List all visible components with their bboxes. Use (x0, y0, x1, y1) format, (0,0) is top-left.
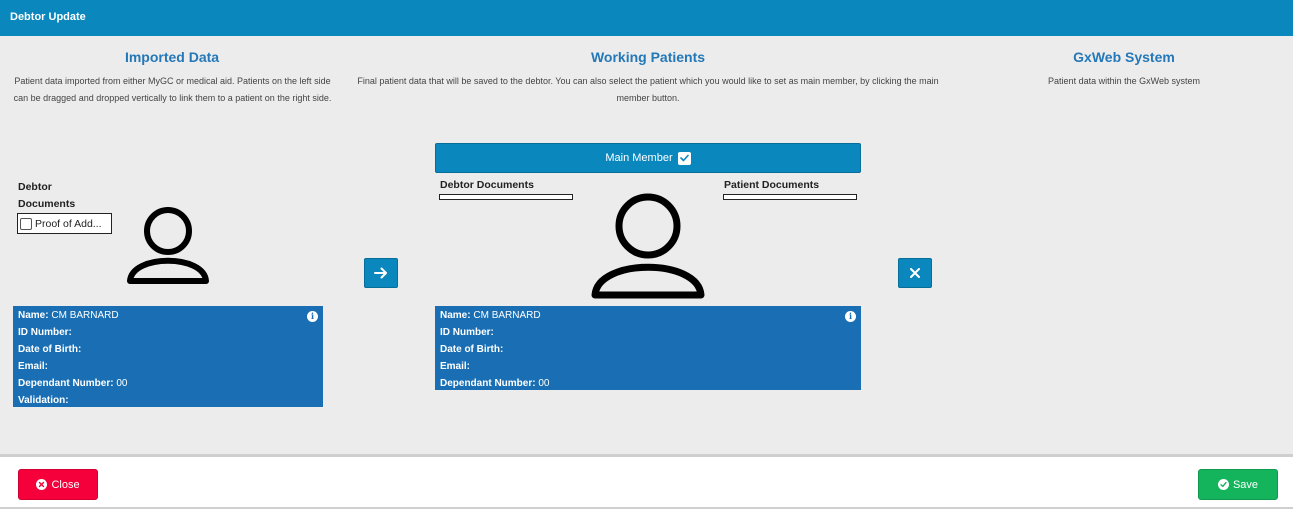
document-item-label: Proof of Add... (35, 217, 102, 230)
imported-patient-card[interactable]: i Name: CM BARNARD ID Number: Date of Bi… (13, 306, 323, 407)
dialog-header: Debtor Update (0, 0, 1293, 36)
main-member-button[interactable]: Main Member (435, 143, 861, 173)
card-row-name: Name: CM BARNARD (440, 310, 541, 321)
info-icon[interactable]: i (845, 311, 856, 322)
dialog-title: Debtor Update (10, 11, 86, 23)
working-debtor-documents-label: Debtor Documents (440, 179, 534, 191)
document-checkbox[interactable] (20, 217, 32, 230)
close-button[interactable]: Close (18, 469, 98, 500)
card-row-name: Name: CM BARNARD (18, 310, 119, 321)
save-button-label: Save (1232, 478, 1259, 491)
working-patient-card[interactable]: i Name: CM BARNARD ID Number: Date of Bi… (435, 306, 861, 390)
main-member-checkbox[interactable] (677, 151, 691, 165)
close-icon (910, 268, 920, 278)
imported-data-description: Patient data imported from either MyGC o… (13, 76, 332, 103)
working-patients-title: Working Patients (590, 49, 706, 65)
save-button[interactable]: Save (1198, 469, 1278, 500)
debtor-documents-dropzone[interactable] (439, 194, 573, 200)
patient-documents-label: Patient Documents (724, 179, 820, 191)
gxweb-system-title: GxWeb System (1073, 49, 1175, 65)
info-icon[interactable]: i (307, 311, 318, 322)
main-member-label: Main Member (605, 152, 673, 164)
patient-documents-dropzone[interactable] (723, 194, 857, 200)
document-item-proof-of-address[interactable]: Proof of Add... (17, 213, 112, 234)
card-row-dependant-number: Dependant Number: 00 (18, 378, 128, 389)
card-row-id-number: ID Number: (18, 327, 72, 338)
card-row-validation: Validation: (18, 395, 69, 406)
card-row-email: Email: (440, 361, 471, 372)
arrow-right-icon (374, 267, 387, 279)
dialog-body: Imported Data Patient data imported from… (0, 36, 1293, 454)
close-button-label: Close (51, 478, 80, 491)
user-icon (127, 207, 209, 284)
close-circle-icon (36, 479, 48, 490)
card-row-id-number: ID Number: (440, 327, 494, 338)
working-patients-description: Final patient data that will be saved to… (357, 76, 939, 103)
card-row-date-of-birth: Date of Birth: (18, 344, 82, 355)
dialog-footer: Close Save (0, 454, 1293, 509)
card-row-email: Email: (18, 361, 49, 372)
check-icon (679, 154, 689, 162)
move-right-button[interactable] (364, 258, 398, 288)
card-row-date-of-birth: Date of Birth: (440, 344, 504, 355)
imported-debtor-documents-label: Debtor Documents (18, 181, 76, 210)
check-circle-icon (1217, 479, 1229, 490)
user-icon (591, 193, 705, 299)
remove-patient-button[interactable] (898, 258, 932, 288)
card-row-dependant-number: Dependant Number: 00 (440, 378, 550, 389)
gxweb-system-description: Patient data within the GxWeb system (1048, 76, 1200, 86)
imported-data-title: Imported Data (124, 49, 220, 65)
